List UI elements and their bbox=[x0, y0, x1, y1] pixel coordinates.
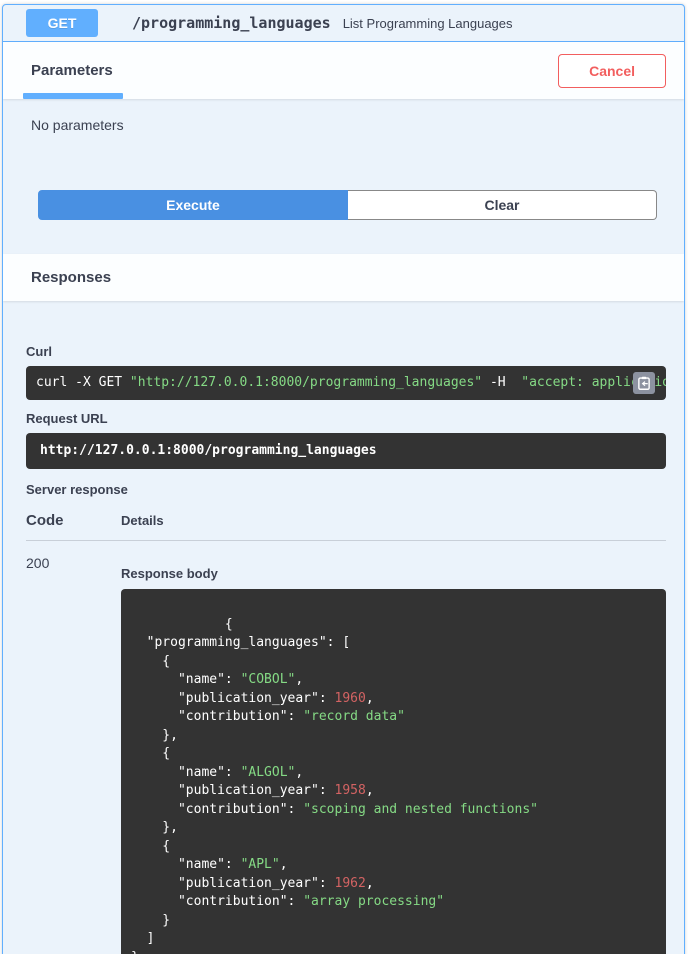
response-row-200: 200 Response body { "programming_languag… bbox=[26, 541, 666, 954]
http-method-badge: GET bbox=[26, 9, 98, 37]
cancel-button[interactable]: Cancel bbox=[558, 54, 666, 88]
status-code: 200 bbox=[26, 555, 121, 571]
curl-cmd-text: curl -X GET bbox=[36, 375, 130, 390]
code-column-header: Code bbox=[26, 512, 121, 529]
opblock-get: GET /programming_languages List Programm… bbox=[2, 4, 685, 954]
opblock-summary[interactable]: GET /programming_languages List Programm… bbox=[3, 5, 684, 42]
request-url-value: http://127.0.0.1:8000/programming_langua… bbox=[26, 433, 666, 469]
server-response-table: Code Details 200 Response body { "progra… bbox=[26, 512, 666, 954]
endpoint-path: /programming_languages bbox=[132, 14, 331, 32]
server-response-label: Server response bbox=[26, 482, 666, 497]
response-details-cell: Response body { "programming_languages":… bbox=[121, 555, 666, 954]
no-parameters-text: No parameters bbox=[3, 99, 684, 150]
responses-section-header: Responses bbox=[3, 254, 684, 301]
response-body-label: Response body bbox=[121, 566, 666, 581]
details-column-header: Details bbox=[121, 513, 666, 528]
response-table-header: Code Details bbox=[26, 512, 666, 541]
curl-label: Curl bbox=[26, 344, 666, 359]
endpoint-summary: List Programming Languages bbox=[343, 16, 513, 31]
response-body-box: { "programming_languages": [ { "name": "… bbox=[121, 589, 666, 954]
curl-command: curl -X GET "http://127.0.0.1:8000/progr… bbox=[26, 366, 666, 400]
active-tab-indicator bbox=[23, 93, 123, 99]
response-body-code: { "programming_languages": [ { "name": "… bbox=[131, 617, 538, 954]
execute-button[interactable]: Execute bbox=[38, 190, 348, 220]
execute-wrapper: Execute Clear bbox=[3, 150, 684, 254]
clipboard-icon bbox=[637, 376, 651, 390]
clear-button[interactable]: Clear bbox=[348, 190, 657, 220]
responses-body: Curl curl -X GET "http://127.0.0.1:8000/… bbox=[3, 344, 684, 954]
curl-flag-text: -H bbox=[482, 375, 521, 390]
parameters-title: Parameters bbox=[31, 62, 113, 79]
responses-title: Responses bbox=[31, 269, 111, 286]
curl-url-text: "http://127.0.0.1:8000/programming_langu… bbox=[130, 375, 482, 390]
request-url-label: Request URL bbox=[26, 411, 666, 426]
parameters-section-header: Parameters Cancel bbox=[3, 42, 684, 99]
copy-to-clipboard-icon[interactable] bbox=[633, 372, 655, 394]
